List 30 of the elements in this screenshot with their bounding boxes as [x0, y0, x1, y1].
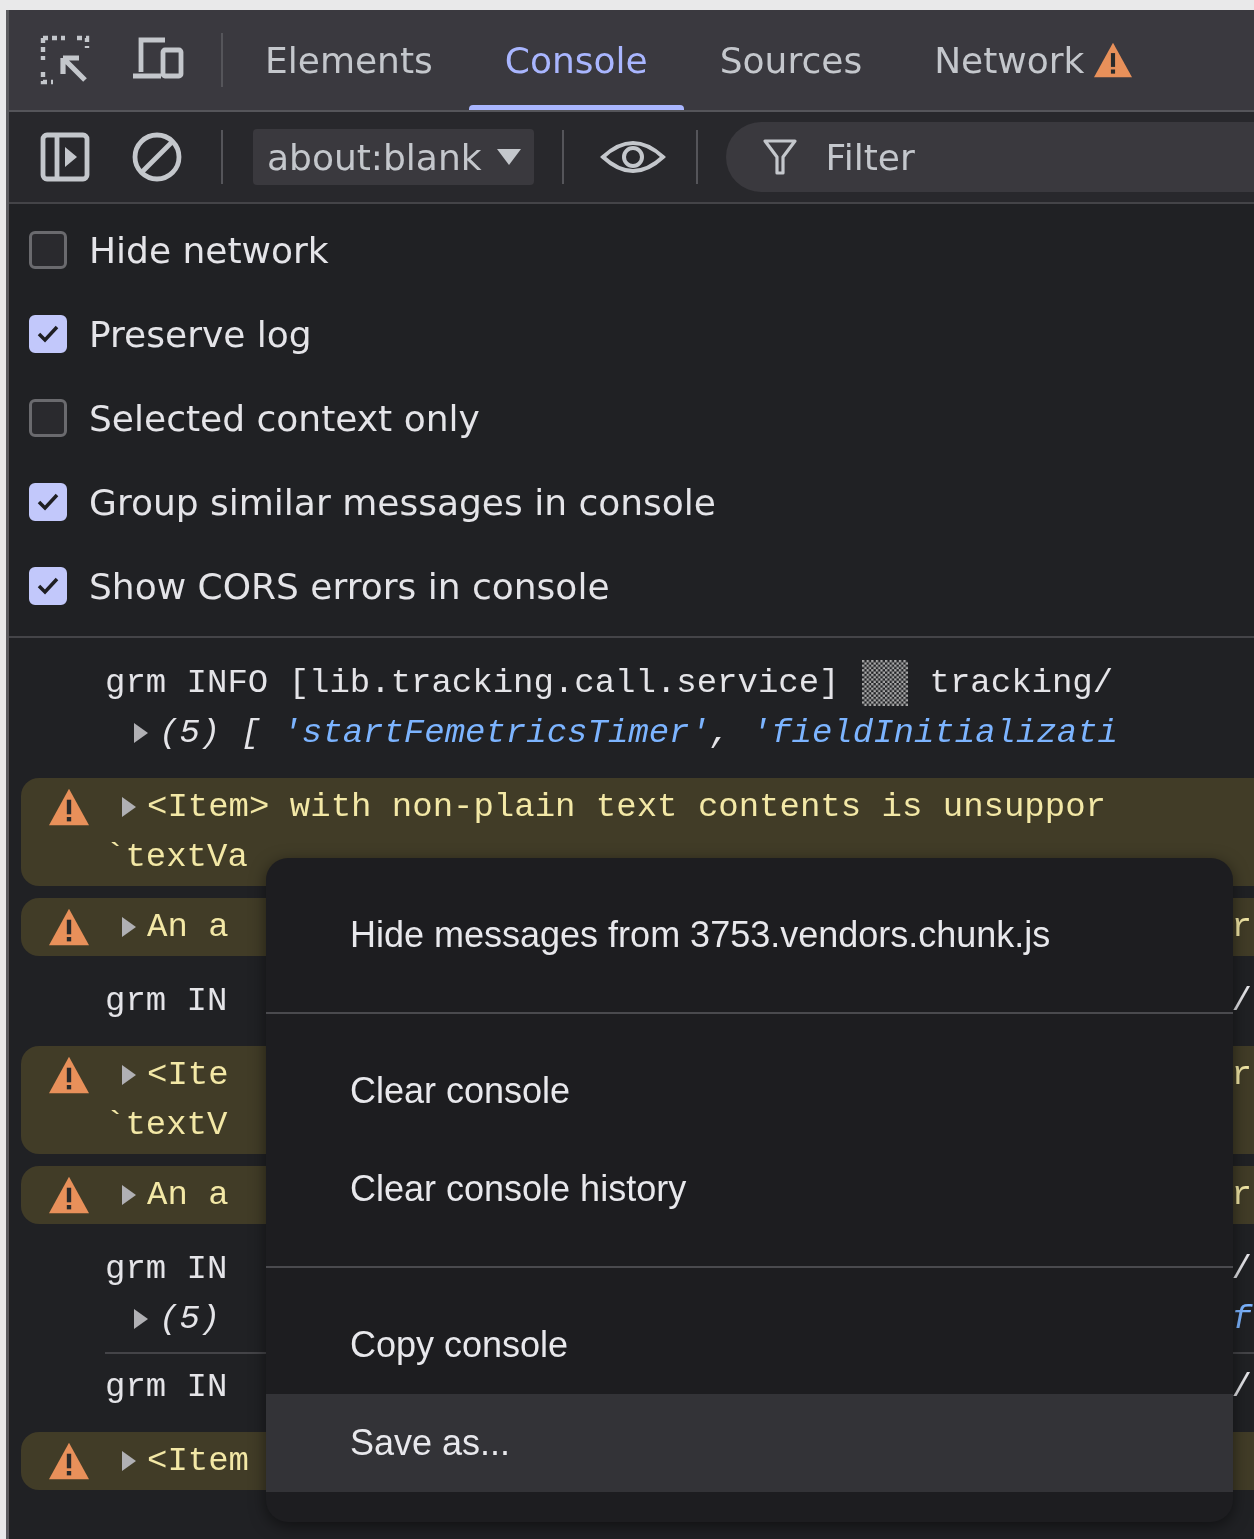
log-text: `textV [105, 1106, 228, 1144]
log-text: <Item> with non-plain text contents is unsuppor [147, 788, 1106, 826]
checkbox-label: Show CORS errors in console [89, 565, 610, 607]
log-text: r [1231, 908, 1252, 946]
log-text: r [1231, 1176, 1252, 1214]
log-text: grm IN [105, 1250, 228, 1288]
log-text: An a [147, 1176, 229, 1214]
log-text: f [1231, 1300, 1252, 1338]
log-text: grm IN [105, 1368, 228, 1406]
checkbox-label: Hide network [89, 229, 329, 271]
checkbox-label: Group similar messages in console [89, 481, 716, 523]
log-text: / [1231, 1250, 1252, 1288]
array-count: (5) [159, 714, 222, 752]
log-text: / [1231, 982, 1252, 1020]
punctuation: , [709, 714, 732, 752]
log-text: `textVa [105, 838, 248, 876]
punctuation: [ [240, 714, 263, 752]
log-text: grm IN [105, 982, 228, 1020]
log-text: grm INFO [lib.tracking.call.service] [105, 664, 840, 702]
log-text: tracking/ [929, 664, 1114, 702]
log-text: / [1231, 1368, 1252, 1406]
array-count: (5) [159, 1300, 222, 1338]
string-value: 'fieldInitializati [750, 714, 1118, 752]
log-text: <Item [147, 1442, 250, 1480]
log-text: r [1231, 1056, 1252, 1094]
log-text: <Ite [147, 1056, 229, 1094]
checkbox-label: Preserve log [89, 313, 312, 355]
log-text: An a [147, 908, 229, 946]
checkbox-label: Selected context only [89, 397, 480, 439]
string-value: 'startFemetricsTimer' [281, 714, 710, 752]
